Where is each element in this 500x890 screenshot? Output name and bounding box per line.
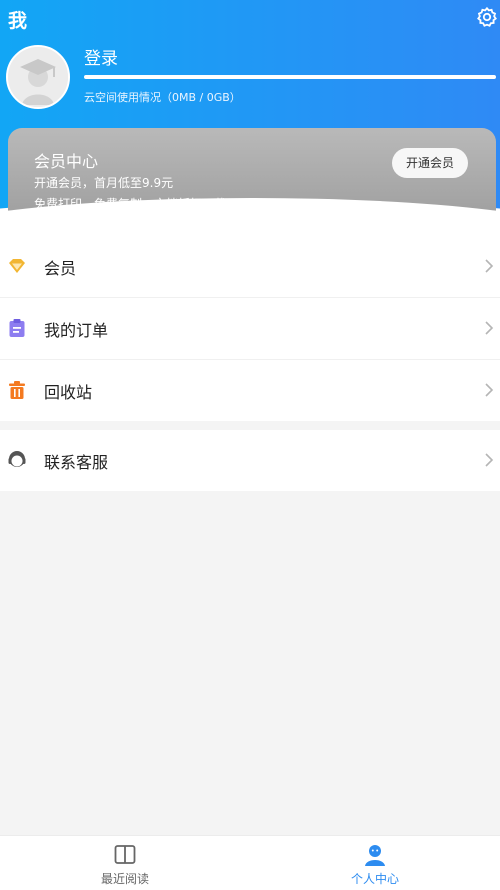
diamond-icon — [9, 259, 25, 273]
login-link[interactable]: 登录 — [84, 44, 118, 69]
graduate-avatar-icon — [8, 47, 68, 107]
menu-item-label: 联系客服 — [44, 453, 109, 472]
menu-item-label: 我的订单 — [44, 321, 109, 340]
vip-card-title: 会员中心 — [34, 152, 99, 171]
chevron-right-icon — [485, 259, 494, 273]
menu-item-orders[interactable]: 我的订单 — [0, 298, 500, 360]
storage-usage-text: 云空间使用情况（0MB / 0GB） — [84, 91, 241, 104]
headset-icon — [8, 451, 26, 467]
vip-center-card[interactable]: 会员中心 开通会员，首月低至9.9元 免费打印、免费复制、文档折扣下载 开通会员 — [8, 128, 496, 236]
menu-item-label: 回收站 — [44, 383, 93, 402]
bottom-tab-bar: 最近阅读 个人中心 — [0, 835, 500, 890]
page-title: 我 — [8, 10, 28, 32]
menu-group-account: 会员 我的订单 回收站 — [0, 236, 500, 421]
avatar[interactable] — [6, 45, 70, 109]
tab-personal-center[interactable]: 个人中心 — [250, 836, 500, 890]
vip-card-benefits: 免费打印、免费复制、文档折扣下载 — [34, 197, 227, 211]
open-vip-button[interactable]: 开通会员 — [392, 148, 468, 178]
menu-item-recycle-bin[interactable]: 回收站 — [0, 360, 500, 421]
chevron-right-icon — [485, 383, 494, 397]
tab-label: 个人中心 — [350, 872, 399, 886]
menu-item-label: 会员 — [44, 259, 77, 278]
tab-recent-reading[interactable]: 最近阅读 — [0, 836, 250, 890]
vip-card-promo: 开通会员，首月低至9.9元 — [34, 176, 174, 190]
gear-icon[interactable] — [476, 6, 498, 28]
storage-progress-bar — [84, 75, 496, 79]
menu-group-support: 联系客服 — [0, 430, 500, 491]
menu-item-customer-service[interactable]: 联系客服 — [0, 430, 500, 491]
menu-item-vip[interactable]: 会员 — [0, 236, 500, 298]
chevron-right-icon — [485, 453, 494, 467]
chevron-right-icon — [485, 321, 494, 335]
clipboard-icon — [9, 319, 25, 337]
book-icon — [114, 845, 136, 864]
trash-icon — [9, 381, 25, 399]
user-icon — [365, 845, 385, 866]
tab-label: 最近阅读 — [100, 872, 149, 886]
